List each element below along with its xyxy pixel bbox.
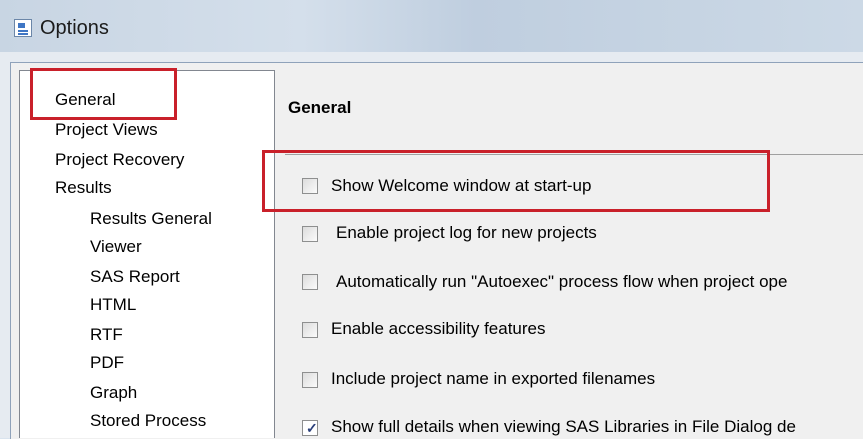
highlight-box-general — [30, 68, 177, 120]
tree-item-project-recovery[interactable]: Project Recovery — [55, 150, 184, 170]
tree-item-project-views[interactable]: Project Views — [55, 120, 158, 140]
highlight-box-welcome-option — [262, 150, 770, 212]
tree-item-stored-process[interactable]: Stored Process — [90, 411, 206, 431]
checkbox-accessibility[interactable] — [302, 322, 318, 338]
checkbox-autoexec[interactable] — [302, 274, 318, 290]
checkmark-icon: ✓ — [306, 420, 318, 436]
tree-item-html[interactable]: HTML — [90, 295, 136, 315]
tree-item-viewer[interactable]: Viewer — [90, 237, 142, 257]
option-label-project-name-filenames[interactable]: Include project name in exported filenam… — [331, 369, 655, 389]
tree-item-graph[interactable]: Graph — [90, 383, 137, 403]
checkbox-project-log[interactable] — [302, 226, 318, 242]
tree-item-rtf[interactable]: RTF — [90, 325, 123, 345]
tree-item-results[interactable]: Results — [55, 178, 112, 198]
option-label-autoexec[interactable]: Automatically run "Autoexec" process flo… — [336, 272, 787, 292]
option-label-full-details-libraries[interactable]: Show full details when viewing SAS Libra… — [331, 417, 796, 437]
checkbox-full-details-libraries[interactable]: ✓ — [302, 420, 318, 436]
window-title: Options — [40, 17, 109, 39]
title-bar[interactable]: Options — [0, 0, 863, 52]
section-title: General — [288, 98, 352, 117]
option-label-accessibility[interactable]: Enable accessibility features — [331, 319, 546, 339]
tree-item-sas-report[interactable]: SAS Report — [90, 267, 180, 287]
option-label-project-log[interactable]: Enable project log for new projects — [336, 223, 597, 243]
tree-item-results-general[interactable]: Results General — [90, 209, 212, 229]
tree-item-pdf[interactable]: PDF — [90, 353, 124, 373]
options-window-icon — [14, 19, 32, 37]
checkbox-project-name-filenames[interactable] — [302, 372, 318, 388]
options-category-tree[interactable]: General Project Views Project Recovery R… — [19, 70, 275, 438]
